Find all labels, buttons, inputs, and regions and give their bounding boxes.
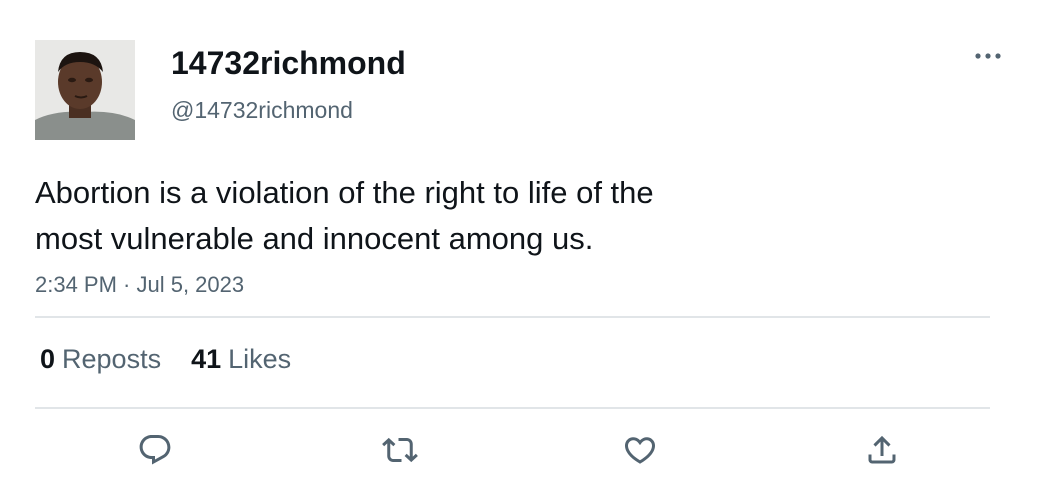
- user-handle[interactable]: @14732richmond: [171, 95, 353, 125]
- reply-button[interactable]: [133, 428, 177, 472]
- engagement-stats: 0 Reposts 41 Likes: [40, 342, 321, 376]
- reposts-label: Reposts: [62, 344, 162, 374]
- likes-label: Likes: [228, 344, 292, 374]
- more-options-button[interactable]: [968, 42, 1008, 70]
- tweet-text: Abortion is a violation of the right to …: [35, 170, 795, 262]
- share-icon: [868, 435, 896, 464]
- reply-icon: [139, 435, 171, 465]
- likes-stat[interactable]: 41 Likes: [191, 342, 291, 376]
- repost-icon: [382, 437, 418, 463]
- share-button[interactable]: [860, 428, 904, 472]
- repost-button[interactable]: [378, 428, 422, 472]
- avatar-photo: [35, 40, 135, 140]
- tweet-text-line: Abortion is a violation of the right to …: [35, 175, 654, 210]
- divider: [35, 316, 990, 318]
- divider: [35, 407, 990, 409]
- like-button[interactable]: [618, 428, 662, 472]
- reposts-stat[interactable]: 0 Reposts: [40, 342, 161, 376]
- display-name[interactable]: 14732richmond: [171, 43, 406, 83]
- avatar[interactable]: [35, 40, 135, 140]
- likes-count: 41: [191, 344, 222, 374]
- reposts-count: 0: [40, 344, 56, 374]
- heart-icon: [624, 437, 656, 464]
- more-horizontal-icon: [975, 53, 1001, 59]
- tweet-timestamp[interactable]: 2:34 PM · Jul 5, 2023: [35, 271, 244, 299]
- tweet-text-line: most vulnerable and innocent among us.: [35, 221, 594, 256]
